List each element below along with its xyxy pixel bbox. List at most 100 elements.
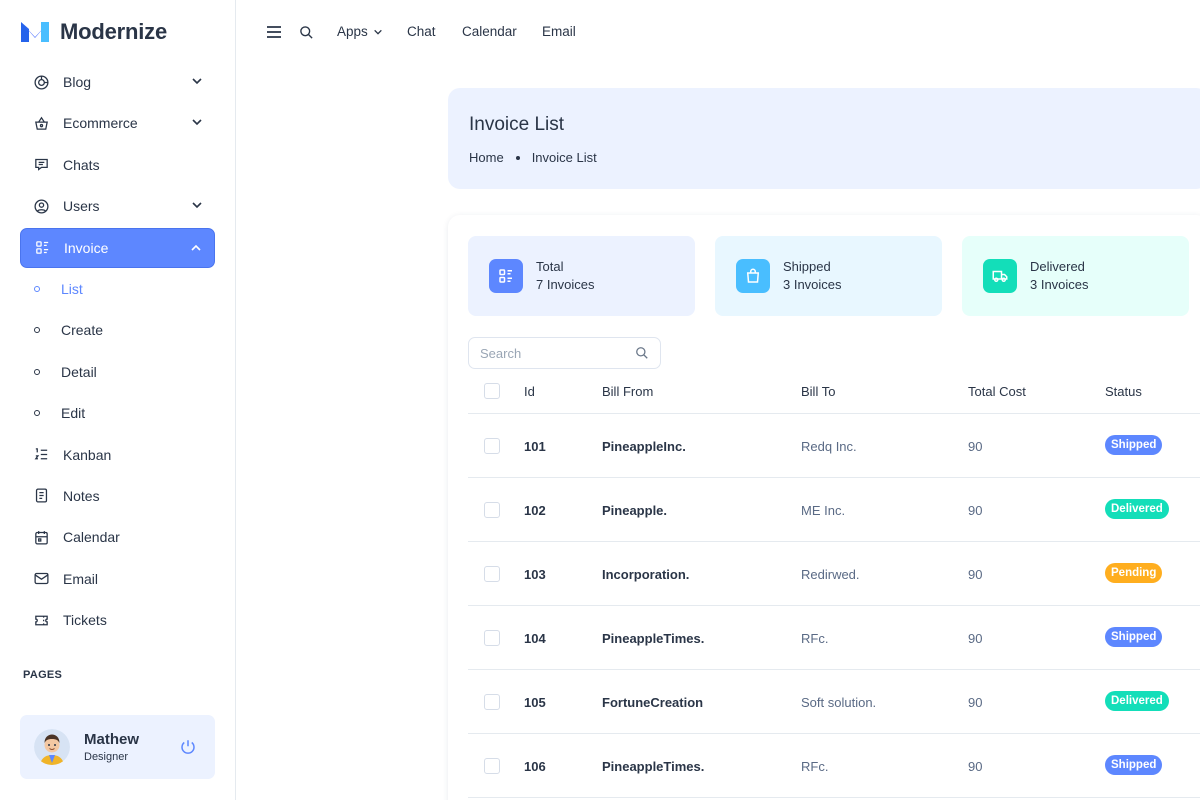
sidebar-item-label: Notes xyxy=(63,487,100,504)
sidebar-item-calendar[interactable]: Calendar xyxy=(20,517,215,557)
column-header-bill-to[interactable]: Bill To xyxy=(801,384,835,399)
sidebar-subitem-detail[interactable]: Detail xyxy=(20,352,215,392)
chevron-up-icon xyxy=(191,244,201,251)
bullet-icon xyxy=(34,285,40,292)
stat-total[interactable]: Total 7 Invoices xyxy=(468,236,695,316)
shopping-bag-icon xyxy=(736,259,770,293)
sidebar-item-label: Tickets xyxy=(63,612,107,629)
cell-total-cost: 90 xyxy=(968,695,983,710)
sidebar-item-label: Blog xyxy=(63,74,92,90)
row-checkbox[interactable] xyxy=(484,502,500,518)
topbar: Apps Chat Calendar Email xyxy=(236,0,1200,64)
sidebar-item-chats[interactable]: Chats xyxy=(20,145,215,185)
search-icon xyxy=(636,347,648,359)
list-details-icon xyxy=(33,239,51,257)
ticket-icon xyxy=(32,611,50,629)
cell-total-cost: 90 xyxy=(968,503,983,518)
sidebar-item-users[interactable]: Users xyxy=(20,186,215,226)
sidebar-nav: Blog Ecommerce Chats Users Invoice List … xyxy=(20,62,215,641)
modernize-logo-icon xyxy=(21,22,49,42)
bullet-icon xyxy=(34,368,40,375)
status-badge: Delivered xyxy=(1105,691,1169,711)
column-header-id[interactable]: Id xyxy=(524,384,535,399)
stat-label: Shipped xyxy=(783,259,831,274)
sidebar-item-label: List xyxy=(61,280,83,297)
cell-bill-from: PineappleInc. xyxy=(602,439,686,454)
sidebar-item-notes[interactable]: Notes xyxy=(20,476,215,516)
table-row[interactable]: 105 FortuneCreation Soft solution. 90 De… xyxy=(468,670,1200,734)
column-header-bill-from[interactable]: Bill From xyxy=(602,384,653,399)
search-icon[interactable] xyxy=(295,21,317,43)
sidebar-subitem-list[interactable]: List xyxy=(20,269,215,309)
stat-value: 3 Invoices xyxy=(783,277,842,292)
chevron-down-icon xyxy=(192,78,202,85)
cell-bill-to: ME Inc. xyxy=(801,503,846,518)
sidebar-item-kanban[interactable]: Kanban xyxy=(20,435,215,475)
table-row[interactable]: 106 PineappleTimes. RFc. 90 Shipped xyxy=(468,734,1200,798)
status-badge: Pending xyxy=(1105,563,1163,583)
cell-id: 101 xyxy=(524,439,546,454)
row-checkbox[interactable] xyxy=(484,438,500,454)
page-title: Invoice List xyxy=(469,114,565,135)
cell-total-cost: 90 xyxy=(968,567,983,582)
sidebar-item-ecommerce[interactable]: Ecommerce xyxy=(20,103,215,143)
user-profile: Mathew Designer xyxy=(20,715,215,779)
stat-shipped[interactable]: Shipped 3 Invoices xyxy=(715,236,942,316)
bullet-icon xyxy=(34,327,40,334)
table-row[interactable]: 103 Incorporation. Redirwed. 90 Pending xyxy=(468,542,1200,606)
cell-bill-to: Soft solution. xyxy=(801,695,877,710)
column-header-total-cost[interactable]: Total Cost xyxy=(968,384,1026,399)
nav-link-calendar[interactable]: Calendar xyxy=(462,24,517,39)
table-row[interactable]: 101 PineappleInc. Redq Inc. 90 Shipped xyxy=(468,414,1200,478)
row-checkbox[interactable] xyxy=(484,566,500,582)
select-all-checkbox[interactable] xyxy=(484,383,500,399)
basket-icon xyxy=(32,114,50,132)
nav-link-apps[interactable]: Apps xyxy=(337,24,383,39)
list-details-icon xyxy=(489,259,523,293)
sidebar-item-label: Detail xyxy=(61,363,97,380)
sidebar: Modernize Blog Ecommerce Chats Users Inv… xyxy=(0,0,236,800)
column-header-status[interactable]: Status xyxy=(1105,384,1142,399)
sidebar-item-email[interactable]: Email xyxy=(20,559,215,599)
breadcrumb-current: Invoice List xyxy=(531,150,597,165)
section-title-pages: PAGES xyxy=(23,669,63,681)
sidebar-item-label: Ecommerce xyxy=(63,115,138,132)
mail-icon xyxy=(32,570,50,588)
row-checkbox[interactable] xyxy=(484,758,500,774)
profile-role: Designer xyxy=(84,751,129,763)
sidebar-item-label: Chats xyxy=(63,156,100,173)
sidebar-subitem-edit[interactable]: Edit xyxy=(20,393,215,433)
stat-delivered[interactable]: Delivered 3 Invoices xyxy=(962,236,1189,316)
truck-icon xyxy=(983,259,1017,293)
cell-bill-from: Incorporation. xyxy=(602,567,690,582)
stat-value: 3 Invoices xyxy=(1030,277,1089,292)
invoice-table: Id Bill From Bill To Total Cost Status 1… xyxy=(468,370,1200,798)
sidebar-item-invoice[interactable]: Invoice xyxy=(20,227,215,268)
table-row[interactable]: 102 Pineapple. ME Inc. 90 Delivered xyxy=(468,478,1200,542)
brand[interactable]: Modernize xyxy=(20,18,167,46)
table-row[interactable]: 104 PineappleTimes. RFc. 90 Shipped xyxy=(468,606,1200,670)
sidebar-item-tickets[interactable]: Tickets xyxy=(20,600,215,640)
nav-link-label: Apps xyxy=(337,24,368,39)
page-header: Invoice List Home Invoice List xyxy=(448,88,1200,189)
search-input[interactable] xyxy=(469,338,619,368)
cell-id: 105 xyxy=(524,695,546,710)
table-header-row: Id Bill From Bill To Total Cost Status xyxy=(468,370,1200,414)
row-checkbox[interactable] xyxy=(484,694,500,710)
invoice-card: Total 7 Invoices Shipped 3 Invoices Deli… xyxy=(448,215,1200,800)
breadcrumb-home[interactable]: Home xyxy=(469,150,504,165)
sidebar-item-blog[interactable]: Blog xyxy=(20,62,215,102)
stat-value: 7 Invoices xyxy=(536,277,595,292)
nav-link-chat[interactable]: Chat xyxy=(407,24,436,39)
row-checkbox[interactable] xyxy=(484,630,500,646)
user-circle-icon xyxy=(32,197,50,215)
cell-bill-to: RFc. xyxy=(801,631,829,646)
power-icon[interactable] xyxy=(179,738,197,756)
sidebar-subitem-create[interactable]: Create xyxy=(20,310,215,350)
avatar xyxy=(34,729,70,765)
cell-bill-to: RFc. xyxy=(801,759,829,774)
menu-icon[interactable] xyxy=(263,21,285,43)
brand-name: Modernize xyxy=(60,19,167,44)
cell-bill-from: PineappleTimes. xyxy=(602,631,705,646)
nav-link-email[interactable]: Email xyxy=(542,24,576,39)
